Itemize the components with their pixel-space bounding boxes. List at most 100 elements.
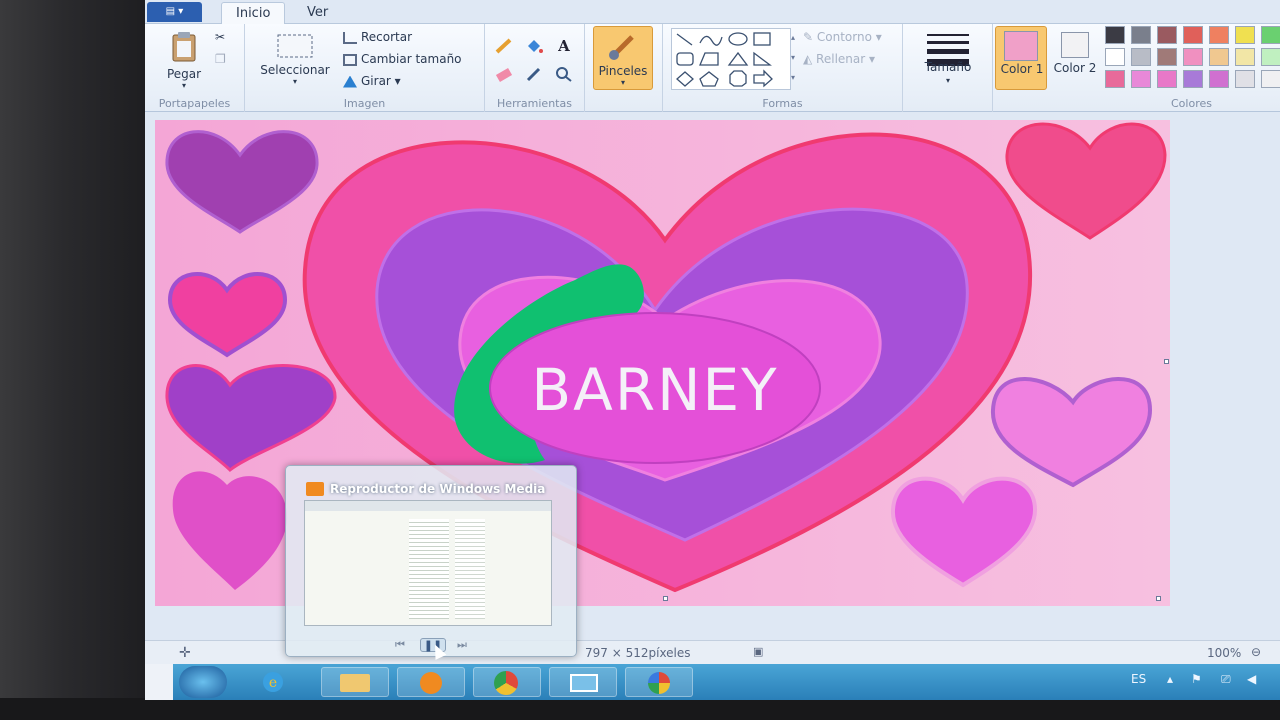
palette-swatch[interactable] — [1131, 48, 1151, 66]
group-imagen: Seleccionar ▾ Recortar Cambiar tamaño Gi… — [245, 24, 485, 112]
fill-label: Rellenar — [816, 52, 866, 66]
group-label-formas: Formas — [762, 97, 803, 110]
color2-swatch — [1061, 32, 1089, 58]
paint-app-icon[interactable] — [625, 667, 693, 697]
brushes-button[interactable]: Pinceles ▾ — [593, 26, 653, 90]
palette-swatch[interactable] — [1157, 70, 1177, 88]
resize-button[interactable]: Cambiar tamaño — [343, 52, 462, 66]
paint-window: ▤ ▾ Inicio Ver Pegar ▾ ✂ ❐ Portapapeles … — [145, 0, 1280, 700]
monitor-bezel-bottom — [0, 698, 1280, 720]
pencil-icon[interactable] — [493, 36, 515, 56]
brush-icon — [609, 35, 634, 60]
cut-icon[interactable]: ✂ — [215, 30, 225, 44]
palette-swatch[interactable] — [1235, 70, 1255, 88]
palette-swatch[interactable] — [1209, 26, 1229, 44]
magnifier-icon[interactable] — [553, 64, 575, 84]
network-icon[interactable]: ⎚ — [1221, 672, 1231, 687]
media-player-thumbnail[interactable]: Reproductor de Windows Media ⏮ ❚❚ ⏭ — [285, 465, 577, 660]
shapes-scroll[interactable]: ▴ ▾ ▾ — [791, 28, 801, 90]
shapes-icons — [676, 32, 773, 88]
palette-swatch[interactable] — [1183, 26, 1203, 44]
volume-icon[interactable]: ◀ — [1247, 672, 1256, 686]
palette-swatch[interactable] — [1209, 70, 1229, 88]
palette-swatch[interactable] — [1235, 26, 1255, 44]
color1-button[interactable]: Color 1 — [995, 26, 1047, 90]
resize-icon — [343, 53, 357, 66]
rotate-icon — [343, 75, 357, 88]
preview-list — [409, 519, 449, 619]
clipboard-icon — [172, 32, 196, 62]
tab-ver[interactable]: Ver — [293, 2, 342, 24]
app-menu-button[interactable]: ▤ ▾ — [147, 2, 202, 22]
resize-label: Cambiar tamaño — [361, 52, 462, 66]
outline-button[interactable]: ✎ Contorno ▾ — [803, 30, 882, 44]
action-center-flag-icon[interactable]: ⚑ — [1191, 672, 1202, 686]
chrome-icon[interactable] — [473, 667, 541, 697]
select-label: Seleccionar — [260, 63, 330, 77]
fill-icon: ◭ — [803, 52, 817, 66]
group-pinceles: Pinceles ▾ — [585, 24, 663, 112]
disk-icon: ▣ — [753, 645, 764, 658]
barney-text: BARNEY — [531, 356, 778, 424]
svg-text:e: e — [269, 675, 277, 691]
outline-label: Contorno — [816, 30, 872, 44]
color2-button[interactable]: Color 2 — [1051, 26, 1099, 90]
paste-label: Pegar — [166, 67, 202, 81]
media-player-icon[interactable] — [397, 667, 465, 697]
group-colores: Colores — [1103, 24, 1280, 112]
copy-icon[interactable]: ❐ — [215, 52, 226, 66]
cursor-position-icon: ✛ — [179, 645, 191, 661]
tray-expand-icon[interactable]: ▴ — [1167, 672, 1173, 686]
ie-icon[interactable]: e — [253, 667, 321, 697]
photo-viewer-icon[interactable] — [549, 667, 617, 697]
language-indicator[interactable]: ES — [1131, 672, 1146, 686]
palette-swatch[interactable] — [1131, 70, 1151, 88]
monitor-bezel — [0, 0, 160, 720]
group-label-colores: Colores — [1171, 97, 1212, 110]
canvas-resize-handle-right[interactable] — [1164, 359, 1169, 364]
palette-swatch[interactable] — [1157, 48, 1177, 66]
size-label: Tamaño — [924, 60, 972, 74]
palette-swatch[interactable] — [1261, 70, 1280, 88]
group-portapapeles: Pegar ▾ ✂ ❐ Portapapeles — [145, 24, 245, 112]
select-button[interactable]: Seleccionar ▾ — [255, 32, 335, 86]
palette-swatch[interactable] — [1261, 48, 1280, 66]
crop-label: Recortar — [361, 30, 413, 44]
previous-track-icon[interactable]: ⏮ — [390, 638, 410, 652]
outline-icon: ✎ — [803, 30, 817, 44]
color-picker-icon[interactable] — [523, 64, 545, 84]
ribbon: Pegar ▾ ✂ ❐ Portapapeles Seleccionar ▾ R… — [145, 24, 1280, 112]
next-track-icon[interactable]: ⏭ — [452, 638, 472, 652]
palette-swatch[interactable] — [1235, 48, 1255, 66]
group-label-imagen: Imagen — [343, 97, 386, 110]
eraser-icon[interactable] — [493, 64, 515, 84]
start-button[interactable] — [179, 666, 227, 698]
group-herramientas: A Herramientas — [485, 24, 585, 112]
palette-swatch[interactable] — [1183, 48, 1203, 66]
palette-swatch[interactable] — [1105, 48, 1125, 66]
palette-swatch[interactable] — [1261, 26, 1280, 44]
group-tamano[interactable]: Tamaño ▾ — [903, 24, 993, 112]
crop-icon — [343, 31, 357, 44]
palette-swatch[interactable] — [1105, 26, 1125, 44]
zoom-out-icon[interactable]: ⊖ — [1251, 645, 1261, 659]
palette-swatch[interactable] — [1183, 70, 1203, 88]
palette-swatch[interactable] — [1209, 48, 1229, 66]
tab-inicio[interactable]: Inicio — [221, 2, 286, 24]
zoom-level: 100% — [1207, 646, 1242, 660]
palette-swatch[interactable] — [1105, 70, 1125, 88]
palette-swatch[interactable] — [1157, 26, 1177, 44]
rotate-button[interactable]: Girar ▾ — [343, 74, 401, 88]
selection-icon — [277, 34, 313, 58]
palette-swatch[interactable] — [1131, 26, 1151, 44]
canvas-resize-handle-corner[interactable] — [1156, 596, 1161, 601]
crop-button[interactable]: Recortar — [343, 30, 412, 44]
fill-bucket-icon[interactable] — [523, 36, 545, 56]
taskbar: e ES ▴ ⚑ ⎚ ◀ — [173, 664, 1280, 700]
fill-button[interactable]: ◭ Rellenar ▾ — [803, 52, 875, 66]
canvas-resize-handle-bottom[interactable] — [663, 596, 668, 601]
text-tool-icon[interactable]: A — [553, 36, 575, 56]
explorer-icon[interactable] — [321, 667, 389, 697]
shapes-gallery[interactable] — [671, 28, 791, 90]
paste-button[interactable]: Pegar ▾ — [159, 30, 209, 90]
